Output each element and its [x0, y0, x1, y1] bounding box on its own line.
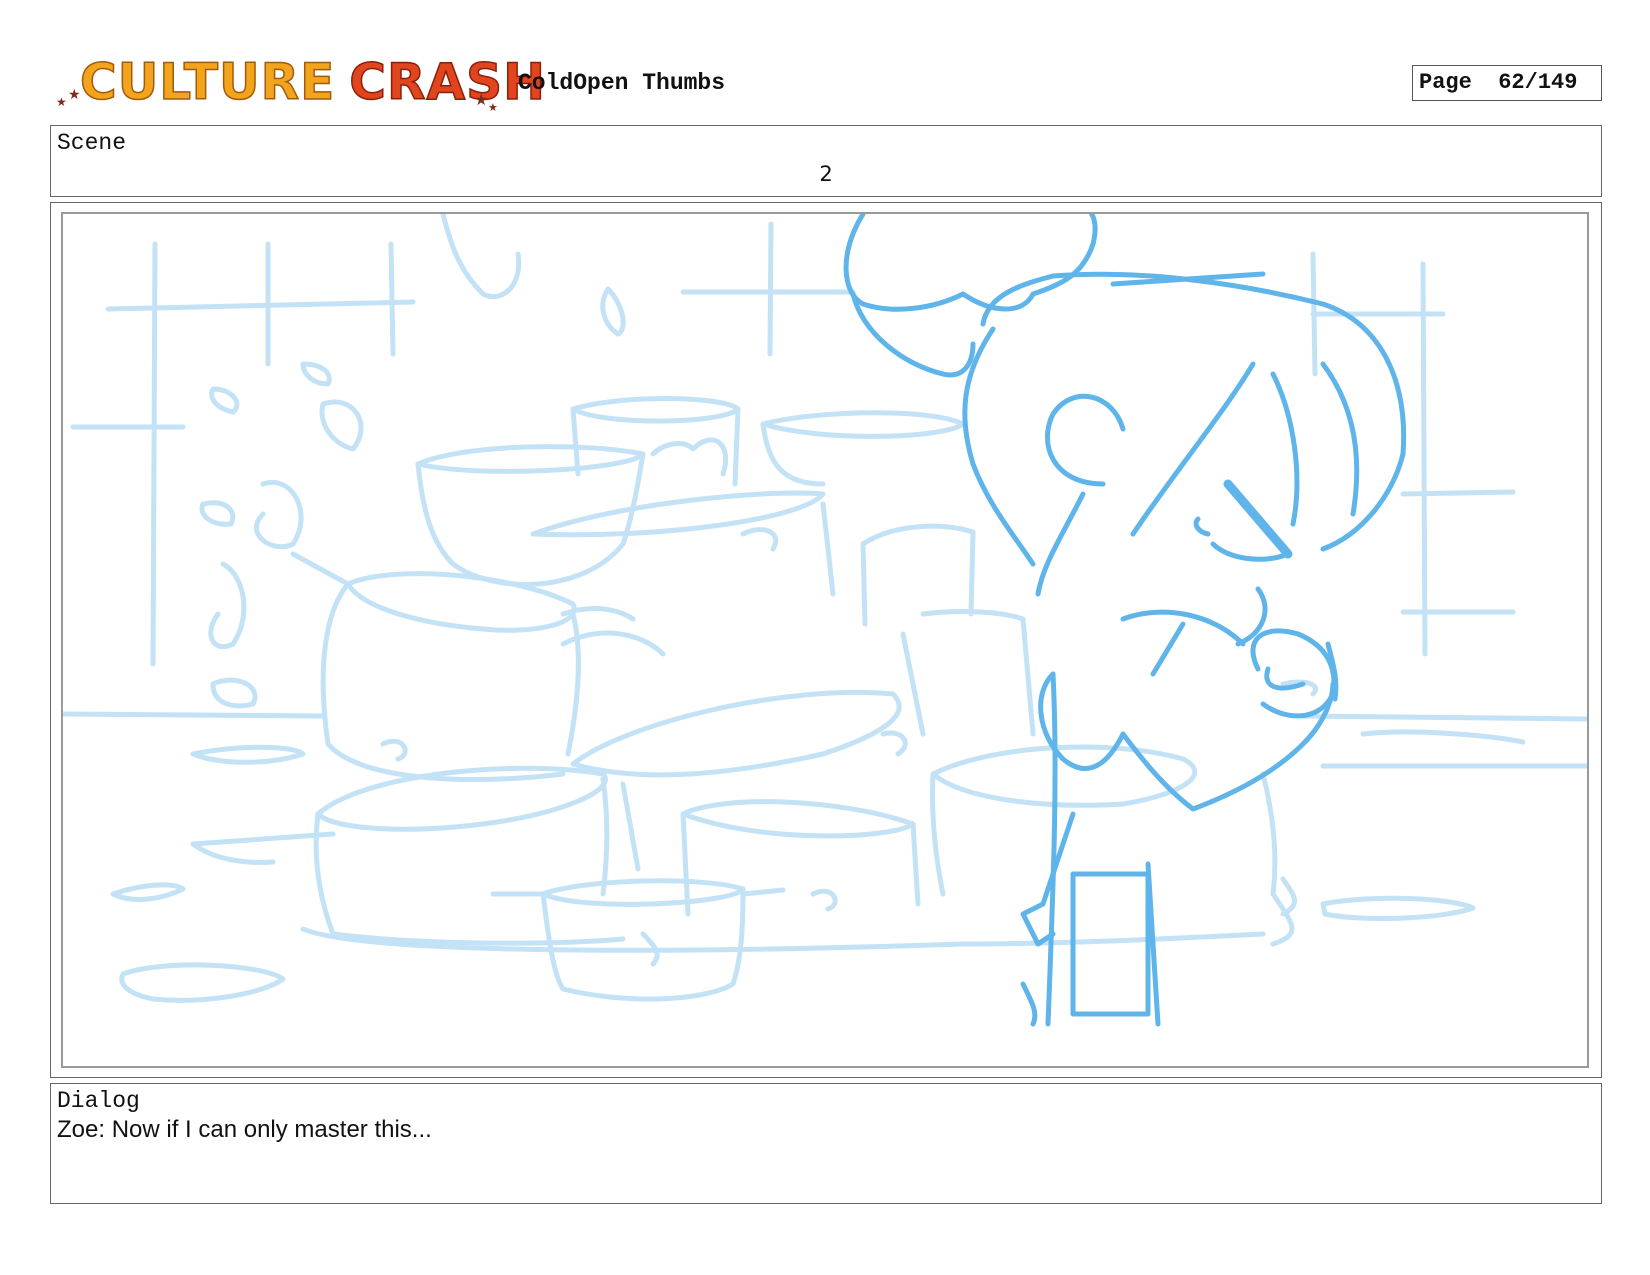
kitchen-background-sketch: [63, 214, 1587, 1003]
logo-word-culture: CULTURE: [79, 52, 336, 112]
page-indicator: Page 62/149: [1412, 65, 1602, 101]
dialog-label: Dialog: [57, 1088, 140, 1114]
logo-word-crash: CRASH: [349, 52, 546, 112]
zoe-character-sketch: [843, 214, 1407, 1027]
scene-label: Scene: [57, 130, 127, 156]
star-icon: ★: [474, 90, 489, 109]
star-icon: ★: [68, 87, 81, 103]
scene-field: Scene 2: [50, 125, 1602, 197]
scene-number: 2: [819, 162, 833, 186]
star-icon: ★: [488, 101, 498, 114]
dialog-field: Dialog Zoe: Now if I can only master thi…: [50, 1083, 1602, 1204]
page-label: Page: [1419, 70, 1472, 95]
panel-sketch: [63, 214, 1587, 1027]
document-title: ColdOpen Thumbs: [518, 70, 726, 96]
page-number: 62/149: [1498, 70, 1578, 95]
storyboard-panel: [50, 202, 1602, 1078]
star-icon: ★: [56, 95, 67, 109]
culture-crash-logo: ★ ★ CULTURE CRASH ★ ★: [52, 50, 546, 120]
dialog-text: Zoe: Now if I can only master this...: [57, 1116, 432, 1143]
panel-frame: [61, 212, 1589, 1068]
